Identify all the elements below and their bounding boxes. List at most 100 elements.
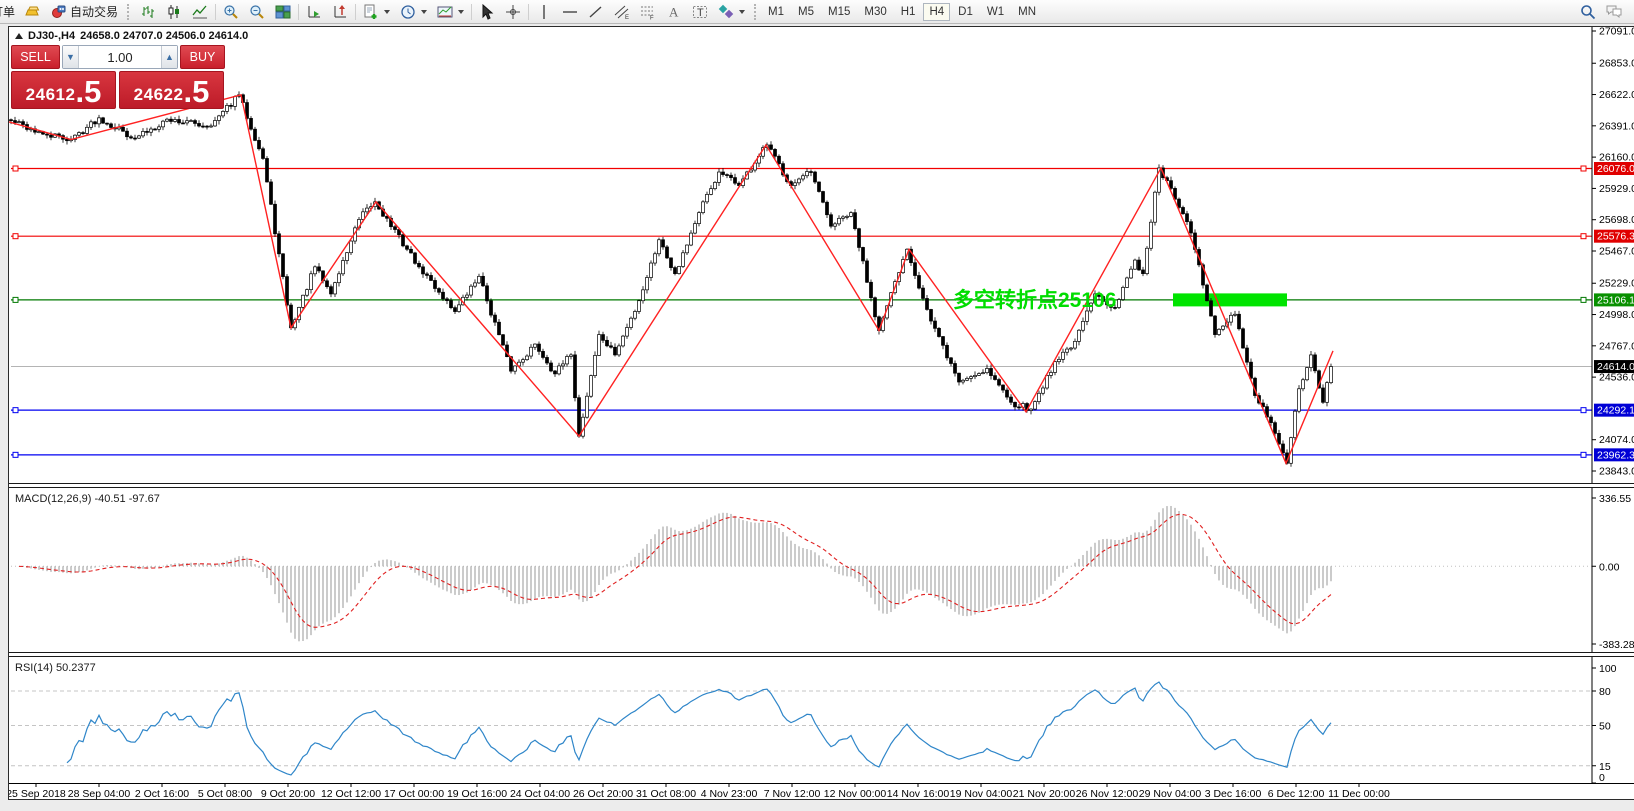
tf-M5[interactable]: M5 [792, 3, 820, 21]
time-axis-label: 3 Dec 16:00 [1205, 788, 1262, 800]
time-axis-label: 6 Dec 12:00 [1268, 788, 1325, 800]
clock-icon [400, 4, 416, 20]
auto-trading-label: 自动交易 [70, 3, 118, 20]
line-chart-button[interactable] [187, 2, 213, 22]
zoom-out-icon [249, 4, 265, 20]
time-axis-label: 4 Nov 23:00 [701, 788, 758, 800]
svg-text:E: E [625, 15, 629, 20]
macd-pane: MACD(12,26,9) -40.51 -97.67 336.550.00-3… [9, 488, 1634, 652]
text-tool[interactable]: A [661, 2, 687, 22]
periods-button[interactable] [395, 2, 432, 22]
auto-trading-button[interactable]: 自动交易 [46, 2, 123, 22]
trading-terminal: 订单 自动交易 [0, 0, 1634, 811]
trendline-tool[interactable] [583, 2, 609, 22]
templates-button[interactable] [432, 2, 469, 22]
zigzag-line[interactable] [9, 95, 1333, 463]
volume-value[interactable]: 1.00 [79, 46, 161, 68]
time-axis-label: 11 Dec 00:00 [1328, 788, 1390, 800]
zoom-in-button[interactable] [218, 2, 244, 22]
caret-up-icon: ▲ [165, 53, 174, 62]
price-axis-label: 25467.0 [1599, 246, 1634, 258]
rsi-axis-label: 100 [1599, 663, 1617, 675]
gold-bar-icon [25, 4, 41, 20]
new-order-label: 订单 [0, 3, 15, 20]
price-tag-label: 25106.1 [1597, 294, 1634, 306]
shapes-tool[interactable] [713, 2, 750, 22]
search-icon[interactable] [1580, 4, 1596, 20]
rsi-axis: 1008050150 [1592, 657, 1617, 783]
horizontal-levels[interactable] [11, 166, 1592, 457]
svg-text:T: T [697, 7, 704, 19]
candlestick-chart-button[interactable] [161, 2, 187, 22]
volume-spinner: ▼ 1.00 ▲ [62, 45, 178, 69]
time-axis-label: 9 Oct 20:00 [261, 788, 315, 800]
tf-W1[interactable]: W1 [981, 3, 1010, 21]
timeframe-bar: M1M5M15M30H1H4D1W1MN [762, 3, 1042, 21]
horizontal-line-tool[interactable] [557, 2, 583, 22]
tf-D1[interactable]: D1 [952, 3, 979, 21]
time-axis-label: 2 Oct 16:00 [135, 788, 189, 800]
rsi-label: RSI(14) 50.2377 [15, 662, 96, 674]
main-price-chart[interactable]: 多空转折点2510627091.026853.026622.026391.026… [9, 27, 1634, 483]
price-axis-label: 26853.0 [1599, 58, 1634, 70]
price-axis-label: 25698.0 [1599, 214, 1634, 226]
cursor-button[interactable] [474, 2, 500, 22]
shapes-icon [718, 4, 734, 20]
time-axis-label: 25 Sep 2018 [9, 788, 66, 800]
zoom-out-button[interactable] [244, 2, 270, 22]
rsi-pane: RSI(14) 50.2377 1008050150 [9, 657, 1634, 783]
timeframes-drag-handle[interactable] [754, 4, 759, 20]
volume-decrease-button[interactable]: ▼ [63, 46, 79, 68]
time-axis[interactable]: 25 Sep 201828 Sep 04:002 Oct 16:005 Oct … [9, 783, 1634, 800]
line-chart-icon [192, 4, 208, 20]
add-indicator-button[interactable] [358, 2, 395, 22]
periods-caret-icon [421, 10, 427, 14]
buy-price-box[interactable]: 24622 .5 [119, 71, 224, 109]
macd-plot[interactable]: 336.550.00-383.28 [9, 488, 1634, 652]
macd-histogram [19, 506, 1331, 641]
buy-price: 24622 [134, 85, 184, 105]
vertical-line-tool[interactable] [531, 2, 557, 22]
tf-H4[interactable]: H4 [923, 3, 950, 21]
tile-windows-button[interactable] [270, 2, 296, 22]
annotation-text[interactable]: 多空转折点25106 [953, 288, 1116, 312]
toolbar-drag-handle[interactable] [127, 4, 132, 20]
tf-MN[interactable]: MN [1012, 3, 1042, 21]
crosshair-button[interactable] [500, 2, 526, 22]
caret-down-icon: ▼ [66, 53, 75, 62]
label-tool[interactable]: T [687, 2, 713, 22]
buy-button[interactable]: BUY [180, 45, 225, 69]
zoom-in-icon [223, 4, 239, 20]
add-indicator-icon [363, 4, 379, 20]
symbol-period-label: DJ30-,H4 [28, 30, 75, 42]
auto-scroll-button[interactable] [301, 2, 327, 22]
sell-button[interactable]: SELL [11, 45, 60, 69]
new-order-button[interactable]: 订单 [0, 2, 20, 22]
one-click-trading-panel: SELL ▼ 1.00 ▲ BUY 24612 .5 24622 [11, 45, 225, 109]
macd-axis-label: 336.55 [1599, 493, 1631, 505]
tf-M30[interactable]: M30 [858, 3, 892, 21]
collapse-icon[interactable] [15, 33, 23, 39]
time-axis-label: 28 Sep 04:00 [68, 788, 131, 800]
rsi-axis-label: 15 [1599, 761, 1611, 773]
time-axis-label: 14 Nov 16:00 [887, 788, 950, 800]
volume-increase-button[interactable]: ▲ [161, 46, 177, 68]
toolbar: 订单 自动交易 [0, 0, 1634, 24]
svg-text:F: F [650, 15, 654, 20]
tf-H1[interactable]: H1 [895, 3, 922, 21]
tf-M1[interactable]: M1 [762, 3, 790, 21]
rsi-plot[interactable]: 1008050150 [9, 657, 1634, 783]
chart-shift-button[interactable] [327, 2, 353, 22]
fibonacci-tool[interactable]: F [635, 2, 661, 22]
tf-M15[interactable]: M15 [822, 3, 856, 21]
chat-icon[interactable] [1604, 4, 1624, 20]
macd-label: MACD(12,26,9) -40.51 -97.67 [15, 493, 160, 505]
highlight-bar[interactable] [1173, 293, 1287, 306]
sell-price-box[interactable]: 24612 .5 [11, 71, 116, 109]
channel-tool[interactable]: E [609, 2, 635, 22]
bar-chart-button[interactable] [135, 2, 161, 22]
tile-windows-icon [275, 4, 291, 20]
gold-button[interactable] [20, 2, 46, 22]
ohlc-values: 24658.0 24707.0 24506.0 24614.0 [80, 30, 248, 42]
channel-icon: E [614, 4, 630, 20]
